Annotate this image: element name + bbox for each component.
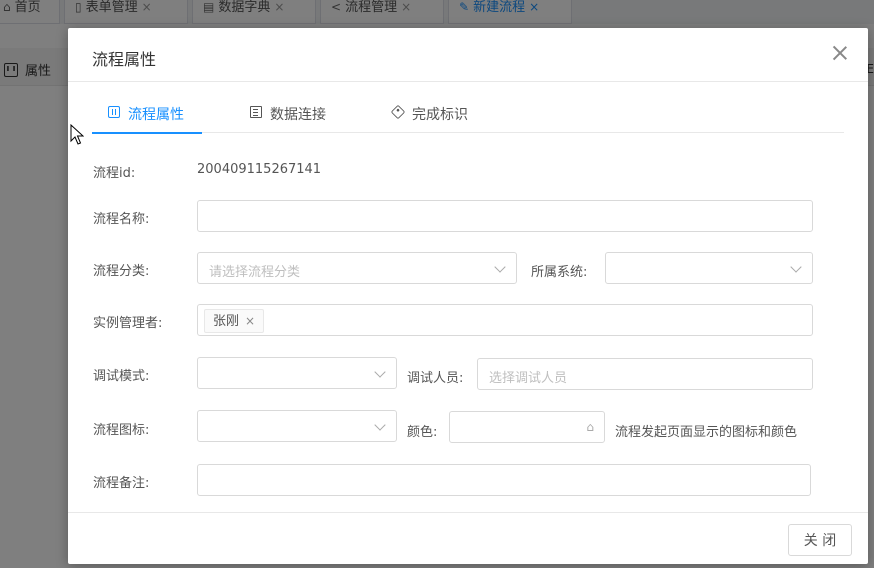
close-icon[interactable] <box>832 45 848 61</box>
flow-name-label: 流程名称: <box>93 212 150 227</box>
color-label: 颜色: <box>407 425 438 440</box>
book-icon <box>250 106 262 118</box>
debug-mode-select[interactable] <box>197 357 397 389</box>
debug-mode-label: 调试模式: <box>93 369 150 384</box>
debugger-label: 调试人员: <box>407 371 464 386</box>
tab-flow-properties[interactable]: 流程属性 <box>92 97 202 134</box>
flow-category-label: 流程分类: <box>93 264 150 279</box>
mouse-cursor-icon <box>70 124 84 145</box>
dialog-title: 流程属性 <box>92 50 157 69</box>
flow-properties-dialog: 流程属性 流程属性 数据连接 完成标识 流程id: 20040911526714… <box>68 28 868 564</box>
icon-color-hint: 流程发起页面显示的图标和颜色 <box>615 425 798 440</box>
chevron-down-icon <box>494 261 506 273</box>
flow-remark-input[interactable] <box>197 464 811 496</box>
color-picker-input[interactable]: ⌂ <box>449 411 605 443</box>
flow-icon-label: 流程图标: <box>93 423 150 438</box>
color-picker-icon[interactable]: ⌂ <box>586 421 594 433</box>
sliders-icon <box>108 106 120 118</box>
instance-manager-label: 实例管理者: <box>93 316 163 331</box>
manager-tag: 张刚 × <box>204 309 265 333</box>
close-button[interactable]: 关 闭 <box>788 524 852 556</box>
dialog-tabs: 流程属性 数据连接 完成标识 <box>92 97 844 134</box>
system-label: 所属系统: <box>531 265 588 280</box>
chevron-down-icon <box>374 366 386 378</box>
system-select[interactable] <box>605 252 813 284</box>
flow-id-label: 流程id: <box>93 166 136 181</box>
flow-name-input[interactable] <box>197 200 813 232</box>
flow-icon-select[interactable] <box>197 410 397 442</box>
instance-manager-multiselect[interactable]: 张刚 × <box>197 304 813 336</box>
dialog-footer: 关 闭 <box>68 512 868 564</box>
remove-tag-icon[interactable]: × <box>245 314 255 328</box>
flow-id-value: 200409115267141 <box>197 162 322 177</box>
chevron-down-icon <box>374 419 386 431</box>
flow-category-select[interactable]: 请选择流程分类 <box>197 252 517 284</box>
debugger-input[interactable]: 选择调试人员 <box>477 358 813 390</box>
dialog-header: 流程属性 <box>68 28 868 82</box>
flow-remark-label: 流程备注: <box>93 476 150 491</box>
tag-icon <box>390 104 406 120</box>
tab-data-connection[interactable]: 数据连接 <box>250 97 346 133</box>
tab-completion-flag[interactable]: 完成标识 <box>390 97 488 133</box>
chevron-down-icon <box>790 261 802 273</box>
